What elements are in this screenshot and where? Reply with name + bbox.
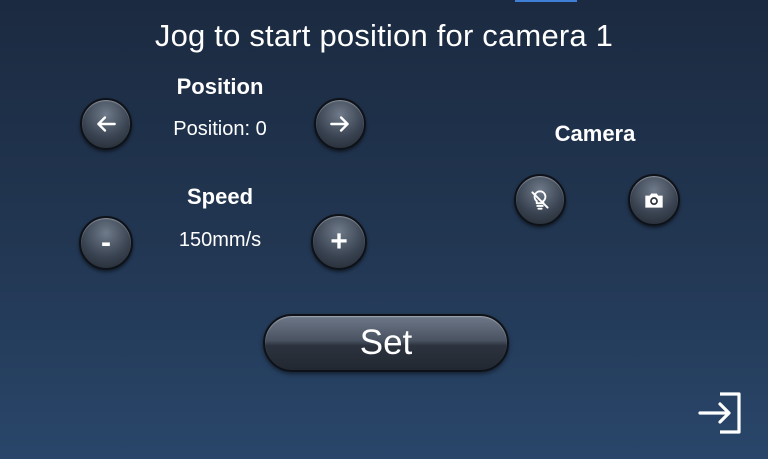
position-right-button[interactable]: [314, 98, 366, 150]
camera-icon: [645, 193, 663, 208]
page-title: Jog to start position for camera 1: [154, 18, 614, 53]
speed-value: 150mm/s: [178, 229, 262, 251]
top-accent-line: [515, 0, 577, 2]
arrow-left-icon: [97, 116, 116, 132]
camera-capture-button[interactable]: [628, 174, 680, 226]
minus-icon: -: [101, 226, 111, 259]
light-off-icon: [531, 190, 549, 210]
camera-label: Camera: [554, 121, 636, 146]
light-toggle-button[interactable]: [514, 174, 566, 226]
plus-icon: +: [330, 225, 348, 258]
set-button[interactable]: Set: [263, 314, 509, 372]
speed-increase-button[interactable]: +: [311, 214, 367, 270]
arrow-right-icon: [330, 116, 349, 132]
position-left-button[interactable]: [80, 98, 132, 150]
exit-button[interactable]: [696, 390, 744, 436]
position-value: Position: 0: [173, 118, 267, 140]
speed-decrease-button[interactable]: -: [79, 216, 133, 270]
speed-label: Speed: [186, 184, 254, 209]
exit-icon: [698, 392, 741, 434]
position-label: Position: [176, 74, 264, 99]
